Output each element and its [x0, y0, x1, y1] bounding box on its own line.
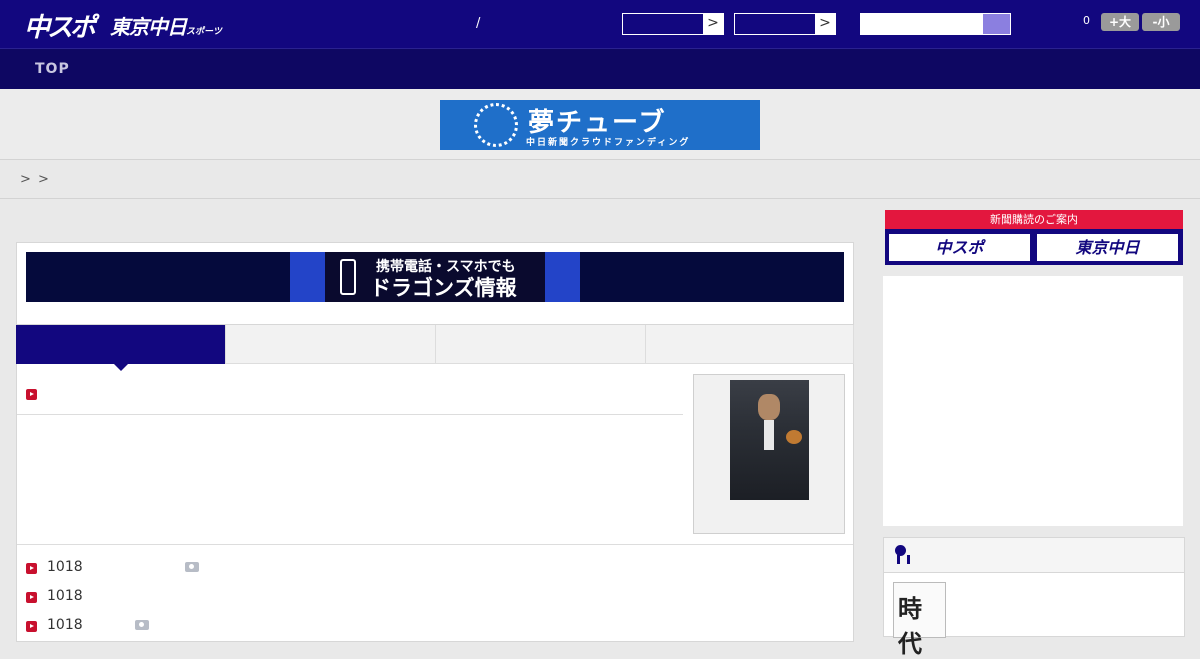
- ranking-panel: 時代: [883, 537, 1185, 658]
- tokyo-logo-text: 東京中日: [110, 15, 187, 39]
- header-separator: /: [476, 16, 481, 31]
- chevron-right-icon: >: [815, 14, 835, 34]
- category-select[interactable]: >: [622, 13, 724, 35]
- play-marker-icon: [26, 389, 37, 400]
- lead-photo-frame[interactable]: [693, 374, 845, 534]
- play-marker-icon: [26, 621, 37, 632]
- tab-3[interactable]: [436, 325, 646, 364]
- mobile-ad-line2: ドラゴンズ情報: [370, 276, 517, 300]
- list-item[interactable]: 1018: [26, 617, 226, 635]
- yume-tube-banner[interactable]: 夢チューブ 中日新聞クラウドファンディング: [440, 100, 760, 150]
- banner-strip: 夢チューブ 中日新聞クラウドファンディング: [0, 89, 1200, 160]
- breadcrumb: > >: [0, 161, 1200, 199]
- list-item-text[interactable]: 1018: [47, 588, 83, 604]
- mobile-ad-inner: 携帯電話・スマホでも ドラゴンズ情報: [290, 252, 580, 302]
- tokyo-chunichi-logo[interactable]: 東京中日スポーツ: [110, 11, 222, 40]
- tokyo-logo-small: スポーツ: [186, 27, 222, 37]
- subscription-banner: 新聞購読のご案内 中スポ 東京中日: [885, 210, 1183, 265]
- font-larger-button[interactable]: +大: [1101, 13, 1139, 31]
- list-item[interactable]: 1018: [26, 588, 226, 606]
- site-header: 中スポ 東京中日スポーツ / > > 0 +大 -小: [0, 0, 1200, 48]
- breadcrumb-separator: >: [20, 172, 31, 187]
- medal-icon: [895, 545, 910, 564]
- ranking-thumb-text: 時代: [898, 594, 922, 658]
- phone-icon: [340, 259, 356, 295]
- main-content: 携帯電話・スマホでも ドラゴンズ情報 1018 1018 1018: [16, 242, 854, 642]
- subscribe-tokyo-button[interactable]: 東京中日: [1036, 233, 1179, 262]
- banner-title: 夢チューブ: [528, 108, 667, 138]
- photo-glove: [786, 430, 802, 444]
- subcategory-select[interactable]: >: [734, 13, 836, 35]
- camera-icon: [135, 620, 149, 630]
- search-button[interactable]: [983, 13, 1011, 35]
- photo-shirt: [764, 420, 774, 450]
- lead-photo[interactable]: [730, 380, 809, 500]
- global-nav: TOP: [0, 48, 1200, 89]
- list-item-text[interactable]: 1018: [47, 559, 83, 575]
- lead-divider: [17, 414, 683, 415]
- tab-4[interactable]: [646, 325, 854, 364]
- photo-face: [758, 394, 780, 420]
- mobile-dragons-ad[interactable]: 携帯電話・スマホでも ドラゴンズ情報: [26, 252, 844, 302]
- subscription-title[interactable]: 新聞購読のご案内: [885, 210, 1183, 229]
- chuspo-logo[interactable]: 中スポ: [24, 7, 96, 44]
- banner-subtitle: 中日新聞クラウドファンディング: [526, 138, 691, 148]
- nav-item-top[interactable]: TOP: [35, 61, 70, 77]
- sidebar-ad-slot: [883, 276, 1183, 526]
- dots-circle-icon: [474, 103, 518, 147]
- breadcrumb-separator: >: [38, 172, 49, 187]
- play-marker-icon: [26, 563, 37, 574]
- subscribe-chuspo-button[interactable]: 中スポ: [888, 233, 1031, 262]
- content-tabs: [16, 324, 854, 371]
- search-input[interactable]: [860, 13, 983, 35]
- tab-1[interactable]: [16, 325, 226, 371]
- section-divider: [17, 544, 853, 545]
- chevron-right-icon: >: [703, 14, 723, 34]
- font-smaller-button[interactable]: -小: [1142, 13, 1180, 31]
- tab-2[interactable]: [226, 325, 436, 364]
- list-item[interactable]: 1018: [26, 559, 226, 577]
- camera-icon: [185, 562, 199, 572]
- ranking-header: [884, 538, 1184, 573]
- font-size-indicator: 0: [1083, 14, 1090, 27]
- play-marker-icon: [26, 592, 37, 603]
- list-item-text[interactable]: 1018: [47, 617, 83, 633]
